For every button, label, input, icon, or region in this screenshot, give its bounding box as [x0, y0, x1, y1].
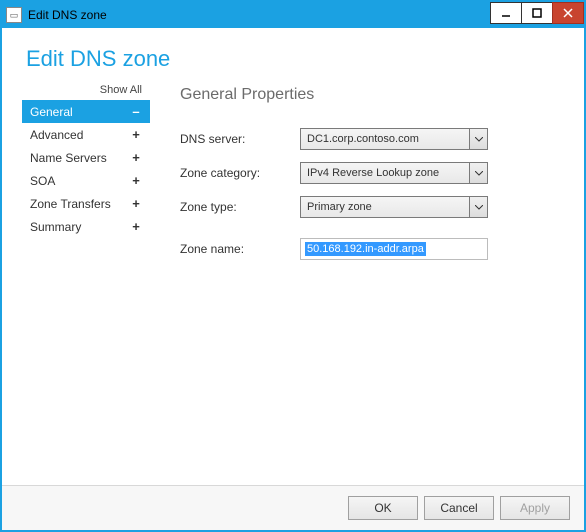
dns-server-value: DC1.corp.contoso.com — [300, 128, 470, 150]
zone-name-value: 50.168.192.in-addr.arpa — [305, 242, 426, 256]
sidebar: Show All General – Advanced + Name Serve… — [22, 82, 150, 485]
sidebar-item-label: Name Servers — [30, 151, 107, 165]
show-all-link[interactable]: Show All — [22, 82, 150, 100]
expand-icon: + — [130, 173, 142, 188]
sidebar-item-label: Zone Transfers — [30, 197, 111, 211]
sidebar-item-label: Summary — [30, 220, 81, 234]
collapse-icon: – — [130, 104, 142, 119]
window: ▭ Edit DNS zone Edit DNS zone Show All G… — [2, 2, 584, 530]
sidebar-item-label: Advanced — [30, 128, 83, 142]
zone-type-value: Primary zone — [300, 196, 470, 218]
expand-icon: + — [130, 196, 142, 211]
minimize-button[interactable] — [490, 2, 522, 24]
sidebar-item-zone-transfers[interactable]: Zone Transfers + — [22, 192, 150, 215]
app-icon: ▭ — [6, 7, 22, 23]
zone-type-label: Zone type: — [180, 200, 300, 214]
titlebar[interactable]: ▭ Edit DNS zone — [2, 2, 584, 28]
maximize-button[interactable] — [521, 2, 553, 24]
expand-icon: + — [130, 219, 142, 234]
chevron-down-icon[interactable] — [470, 162, 488, 184]
field-zone-category: Zone category: IPv4 Reverse Lookup zone — [180, 162, 562, 184]
main-panel: General Properties DNS server: DC1.corp.… — [150, 82, 572, 485]
window-controls — [491, 2, 584, 28]
field-zone-name: Zone name: 50.168.192.in-addr.arpa — [180, 238, 562, 260]
section-heading: General Properties — [180, 86, 562, 104]
field-dns-server: DNS server: DC1.corp.contoso.com — [180, 128, 562, 150]
zone-name-label: Zone name: — [180, 242, 300, 256]
sidebar-item-general[interactable]: General – — [22, 100, 150, 123]
chevron-down-icon[interactable] — [470, 196, 488, 218]
zone-name-input[interactable]: 50.168.192.in-addr.arpa — [300, 238, 488, 260]
sidebar-item-label: SOA — [30, 174, 55, 188]
close-button[interactable] — [552, 2, 584, 24]
sidebar-item-advanced[interactable]: Advanced + — [22, 123, 150, 146]
zone-type-dropdown[interactable]: Primary zone — [300, 196, 488, 218]
dns-server-dropdown[interactable]: DC1.corp.contoso.com — [300, 128, 488, 150]
sidebar-item-soa[interactable]: SOA + — [22, 169, 150, 192]
apply-button[interactable]: Apply — [500, 496, 570, 520]
sidebar-item-name-servers[interactable]: Name Servers + — [22, 146, 150, 169]
expand-icon: + — [130, 150, 142, 165]
window-title: Edit DNS zone — [28, 8, 491, 22]
footer: OK Cancel Apply — [2, 485, 584, 530]
content: Edit DNS zone Show All General – Advance… — [2, 28, 584, 530]
expand-icon: + — [130, 127, 142, 142]
sidebar-item-label: General — [30, 105, 73, 119]
ok-button[interactable]: OK — [348, 496, 418, 520]
field-zone-type: Zone type: Primary zone — [180, 196, 562, 218]
body: Show All General – Advanced + Name Serve… — [2, 82, 584, 485]
page-title: Edit DNS zone — [2, 28, 584, 82]
dns-server-label: DNS server: — [180, 132, 300, 146]
zone-category-dropdown[interactable]: IPv4 Reverse Lookup zone — [300, 162, 488, 184]
zone-category-label: Zone category: — [180, 166, 300, 180]
cancel-button[interactable]: Cancel — [424, 496, 494, 520]
chevron-down-icon[interactable] — [470, 128, 488, 150]
zone-category-value: IPv4 Reverse Lookup zone — [300, 162, 470, 184]
sidebar-item-summary[interactable]: Summary + — [22, 215, 150, 238]
